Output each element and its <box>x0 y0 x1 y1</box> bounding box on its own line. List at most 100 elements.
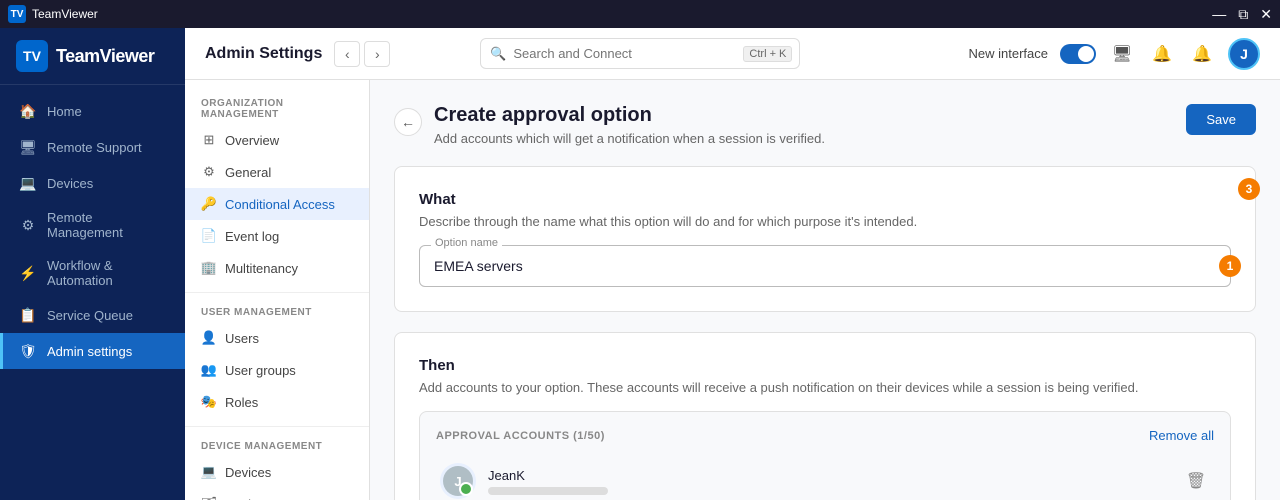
search-shortcut: Ctrl + K <box>743 46 792 62</box>
option-name-field-group: Option name 1 <box>419 245 1231 287</box>
sidebar-item-workflow[interactable]: ⚡ Workflow & Automation <box>0 249 185 297</box>
maximize-button[interactable]: ⧉ <box>1238 6 1248 23</box>
badge-3: 3 <box>1238 178 1260 200</box>
sub-item-overview[interactable]: ⊞ Overview <box>185 124 369 156</box>
admin-settings-icon: 🛡 <box>19 342 37 360</box>
general-icon: ⚙ <box>201 164 217 180</box>
option-name-label: Option name <box>431 237 502 249</box>
sidebar-label-home: Home <box>47 104 82 119</box>
account-info: JeanK <box>488 468 1170 495</box>
bell-icon[interactable]: 🔔 <box>1148 40 1176 68</box>
user-avatar[interactable]: J <box>1228 38 1260 70</box>
conditional-access-icon: 🔑 <box>201 196 217 212</box>
sidebar-label-remote-support: Remote Support <box>47 140 142 155</box>
search-bar: 🔍 Ctrl + K <box>480 38 800 69</box>
panel-header: ← Create approval option Add accounts wh… <box>394 104 1256 146</box>
account-email-placeholder <box>488 487 608 495</box>
sidebar-item-home[interactable]: 🏠 Home <box>0 93 185 129</box>
main-panel: ← Create approval option Add accounts wh… <box>370 80 1280 500</box>
notification-icon[interactable]: 🔔 <box>1188 40 1216 68</box>
title-bar: TV TeamViewer — ⧉ ✕ <box>0 0 1280 28</box>
user-section-title: USER MANAGEMENT <box>185 301 369 322</box>
computer-icon[interactable]: 🖥 <box>1108 40 1136 68</box>
sub-item-user-groups-label: User groups <box>225 363 296 378</box>
minimize-button[interactable]: — <box>1212 6 1226 22</box>
sub-item-multitenancy-label: Multitenancy <box>225 261 298 276</box>
sidebar-item-admin-settings[interactable]: 🛡 Admin settings <box>0 333 185 369</box>
overview-icon: ⊞ <box>201 132 217 148</box>
sub-item-user-groups[interactable]: 👥 User groups <box>185 354 369 386</box>
sidebar-label-remote-management: Remote Management <box>47 210 169 240</box>
devices-icon: 💻 <box>19 174 37 192</box>
sub-item-devices[interactable]: 💻 Devices <box>185 456 369 488</box>
sub-item-event-log-label: Event log <box>225 229 279 244</box>
roles-icon: 🎭 <box>201 394 217 410</box>
title-bar-left: TV TeamViewer <box>8 5 98 23</box>
users-icon: 👤 <box>201 330 217 346</box>
account-row: J JeanK 🗑 <box>436 455 1214 500</box>
sidebar-logo-text: TeamViewer <box>56 46 154 67</box>
sidebar-logo-icon: TV <box>16 40 48 72</box>
sub-item-general-label: General <box>225 165 271 180</box>
sub-item-event-log[interactable]: 📄 Event log <box>185 220 369 252</box>
sub-item-roles[interactable]: 🎭 Roles <box>185 386 369 418</box>
save-button[interactable]: Save <box>1186 104 1256 135</box>
multitenancy-icon: 🏢 <box>201 260 217 276</box>
top-bar-actions: New interface 🖥 🔔 🔔 J <box>968 38 1259 70</box>
page-title: Admin Settings <box>205 45 322 63</box>
sub-item-device-groups-label: Device groups <box>225 497 308 500</box>
sub-item-users-label: Users <box>225 331 259 346</box>
sub-item-roles-label: Roles <box>225 395 258 410</box>
panel-title: Create approval option <box>434 104 825 127</box>
sub-item-multitenancy[interactable]: 🏢 Multitenancy <box>185 252 369 284</box>
device-groups-icon: 🗂 <box>201 496 217 500</box>
window-controls[interactable]: — ⧉ ✕ <box>1212 6 1272 23</box>
sidebar-label-admin-settings: Admin settings <box>47 344 132 359</box>
then-description: Add accounts to your option. These accou… <box>419 380 1231 395</box>
sub-item-overview-label: Overview <box>225 133 279 148</box>
nav-arrows: ‹ › <box>334 41 390 67</box>
top-bar: Admin Settings ‹ › 🔍 Ctrl + K New interf… <box>185 28 1280 80</box>
back-arrow[interactable]: ‹ <box>334 41 360 67</box>
sub-item-conditional-access-label: Conditional Access <box>225 197 335 212</box>
panel-back-button[interactable]: ← <box>394 108 422 136</box>
account-name: JeanK <box>488 468 1170 483</box>
sub-item-general[interactable]: ⚙ General <box>185 156 369 188</box>
search-icon: 🔍 <box>490 46 506 62</box>
then-heading: Then <box>419 357 1231 374</box>
remote-management-icon: ⚙ <box>19 216 37 234</box>
sub-item-device-groups[interactable]: 🗂 Device groups <box>185 488 369 500</box>
sidebar-logo: TV TeamViewer <box>0 28 185 85</box>
service-queue-icon: 📋 <box>19 306 37 324</box>
divider-2 <box>185 426 369 427</box>
account-avatar: J <box>440 463 476 499</box>
org-section-title: ORGANIZATION MANAGEMENT <box>185 92 369 124</box>
sub-item-conditional-access[interactable]: 🔑 Conditional Access <box>185 188 369 220</box>
sidebar-item-service-queue[interactable]: 📋 Service Queue <box>0 297 185 333</box>
remove-all-button[interactable]: Remove all <box>1149 428 1214 443</box>
app-title: TeamViewer <box>32 7 98 21</box>
approval-header: APPROVAL ACCOUNTS (1/50) Remove all <box>436 428 1214 443</box>
what-heading: What <box>419 191 1231 208</box>
account-avatar-wrap: J <box>440 463 476 499</box>
app-logo-icon: TV <box>8 5 26 23</box>
option-name-input[interactable] <box>419 245 1231 287</box>
sub-item-devices-label: Devices <box>225 465 271 480</box>
user-groups-icon: 👥 <box>201 362 217 378</box>
sub-item-users[interactable]: 👤 Users <box>185 322 369 354</box>
sidebar-label-devices: Devices <box>47 176 93 191</box>
approval-box: APPROVAL ACCOUNTS (1/50) Remove all J <box>419 411 1231 500</box>
sidebar-item-remote-management[interactable]: ⚙ Remote Management <box>0 201 185 249</box>
forward-arrow[interactable]: › <box>364 41 390 67</box>
new-interface-toggle[interactable] <box>1060 44 1096 64</box>
sidebar-nav: 🏠 Home 🖥 Remote Support 💻 Devices ⚙ Remo… <box>0 85 185 500</box>
device-icon: 💻 <box>201 464 217 480</box>
close-button[interactable]: ✕ <box>1260 6 1272 23</box>
account-delete-button[interactable]: 🗑 <box>1182 467 1210 495</box>
sidebar-item-devices[interactable]: 💻 Devices <box>0 165 185 201</box>
new-interface-label: New interface <box>968 46 1047 61</box>
sidebar-item-remote-support[interactable]: 🖥 Remote Support <box>0 129 185 165</box>
what-description: Describe through the name what this opti… <box>419 214 1231 229</box>
sidebar-label-workflow: Workflow & Automation <box>47 258 169 288</box>
badge-1: 1 <box>1219 255 1241 277</box>
